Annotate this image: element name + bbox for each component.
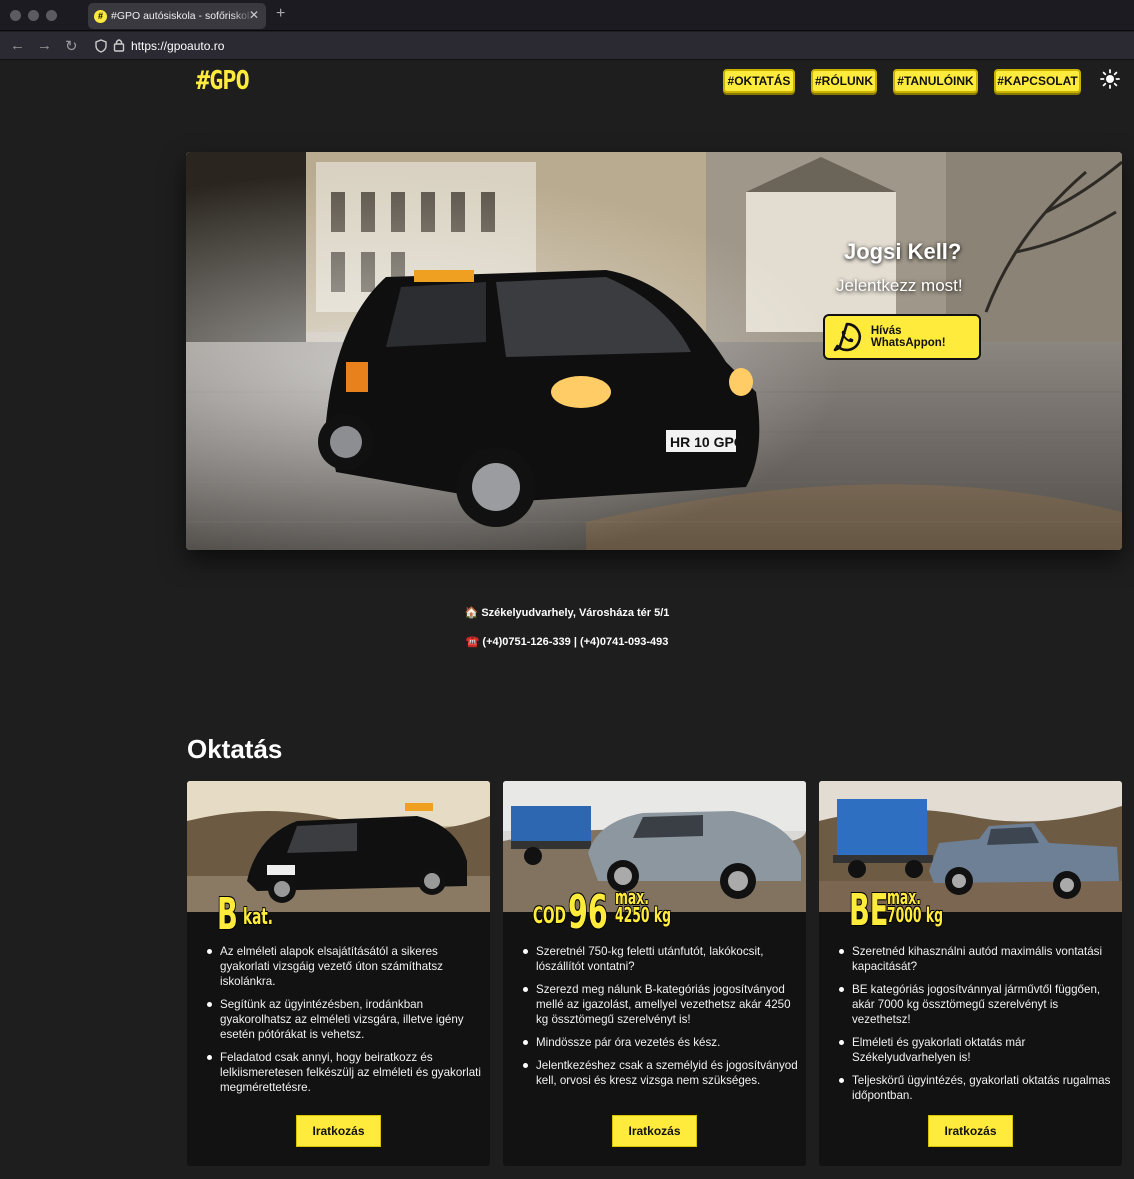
lock-icon[interactable] [113, 38, 125, 52]
list-item: Szerezd meg nálunk B-kategóriás jogosítv… [521, 982, 799, 1027]
nav-tanuloink[interactable]: #TANULÓINK [893, 69, 978, 93]
course-card-be: BE max. 7000 kg Szeretnéd kihasználni au… [819, 781, 1122, 1166]
card-cod96-list: Szeretnél 750-kg feletti utánfutót, lakó… [521, 944, 799, 1096]
card-cod96-label-pre: COD [533, 904, 566, 929]
nav-kapcsolat[interactable]: #KAPCSOLAT [994, 69, 1081, 93]
hero-subtitle: Jelentkezz most! [836, 276, 963, 295]
card-cod96-photo [503, 781, 806, 912]
list-item: Mindössze pár óra vezetés és kész. [521, 1035, 799, 1050]
shield-icon[interactable] [95, 39, 107, 53]
nav-rolunk[interactable]: #RÓLUNK [811, 69, 877, 93]
site-logo[interactable]: #GPO [196, 66, 250, 96]
tab-close-icon[interactable]: ✕ [249, 8, 259, 22]
list-item: Jelentkezéshez csak a személyid és jogos… [521, 1058, 799, 1088]
forward-icon[interactable]: → [37, 37, 52, 54]
list-item: Teljeskörű ügyintézés, gyakorlati oktatá… [837, 1073, 1115, 1103]
address-text: Székelyudvarhely, Városháza tér 5/1 [481, 607, 670, 619]
back-icon[interactable]: ← [10, 37, 25, 54]
list-item: Segítünk az ügyintézésben, irodánkban gy… [205, 997, 483, 1042]
page: #GPO #OKTATÁS #RÓLUNK #TANULÓINK #KAPCSO… [0, 60, 1134, 1179]
whatsapp-icon [833, 322, 862, 352]
hero-title: Jogsi Kell? [844, 239, 962, 264]
list-item: Az elméleti alapok elsajátításától a sik… [205, 944, 483, 989]
card-be-label-big: BE [849, 885, 889, 936]
course-card-b: B kat. Az elméleti alapok elsajátításátó… [187, 781, 490, 1166]
course-card-cod96: COD 96 max. 4250 kg Szeretnél 750-kg fel… [503, 781, 806, 1166]
card-cod96-label-big: 96 [568, 885, 608, 939]
list-item: Elméleti és gyakorlati oktatás már Széke… [837, 1035, 1115, 1065]
url-field[interactable]: https://gpoauto.ro [131, 39, 224, 53]
card-b-list: Az elméleti alapok elsajátításától a sik… [205, 944, 483, 1103]
card-b-label-big: B [217, 889, 238, 940]
new-tab-icon[interactable]: + [276, 5, 285, 23]
card-cod96-label-small: 4250 kg [615, 903, 671, 927]
address-bar: ← → ↻ https://gpoauto.ro [0, 32, 1134, 60]
card-cod96-enroll-button[interactable]: Iratkozás [612, 1115, 697, 1147]
list-item: Szeretnéd kihasználni autód maximális vo… [837, 944, 1115, 974]
card-be-label-small: 7000 kg [887, 903, 943, 927]
hero-banner: HR 10 GPO [186, 152, 1122, 550]
address-line: 🏠 Székelyudvarhely, Városháza tér 5/1 [0, 606, 1134, 619]
whatsapp-button-label: Hívás WhatsAppon! [870, 325, 946, 349]
house-icon: 🏠 [464, 607, 479, 619]
card-b-label-small: kat. [243, 905, 273, 930]
window-minimize-dot[interactable] [28, 10, 39, 21]
nav-oktatas[interactable]: #OKTATÁS [723, 69, 795, 93]
browser-tab-bar: # #GPO autósiskola - sofőriskola ✕ + [0, 0, 1134, 31]
browser-tab[interactable]: # #GPO autósiskola - sofőriskola ✕ [88, 3, 266, 29]
list-item: BE kategóriás jogosítvánnyal járművtől f… [837, 982, 1115, 1027]
list-item: Szeretnél 750-kg feletti utánfutót, lakó… [521, 944, 799, 974]
section-title: Oktatás [187, 734, 283, 764]
phone-icon: ☎️ [465, 636, 480, 648]
phone-line: ☎️ (+4)0751-126-339 | (+4)0741-093-493 [0, 635, 1134, 648]
card-b-enroll-button[interactable]: Iratkozás [296, 1115, 381, 1147]
window-zoom-dot[interactable] [46, 10, 57, 21]
card-be-list: Szeretnéd kihasználni autód maximális vo… [837, 944, 1115, 1111]
card-be-enroll-button[interactable]: Iratkozás [928, 1115, 1013, 1147]
sun-icon[interactable] [1100, 69, 1120, 89]
reload-icon[interactable]: ↻ [65, 37, 78, 55]
whatsapp-button[interactable]: Hívás WhatsAppon! [823, 314, 981, 360]
phone-numbers[interactable]: (+4)0751-126-339 | (+4)0741-093-493 [482, 636, 668, 648]
favicon-icon: # [94, 9, 107, 23]
window-close-dot[interactable] [10, 10, 21, 21]
hero-car-photo: HR 10 GPO [186, 152, 1122, 550]
list-item: Feladatod csak annyi, hogy beiratkozz és… [205, 1050, 483, 1095]
license-plate: HR 10 GPO [670, 434, 745, 450]
tab-title: #GPO autósiskola - sofőriskola [111, 10, 253, 22]
